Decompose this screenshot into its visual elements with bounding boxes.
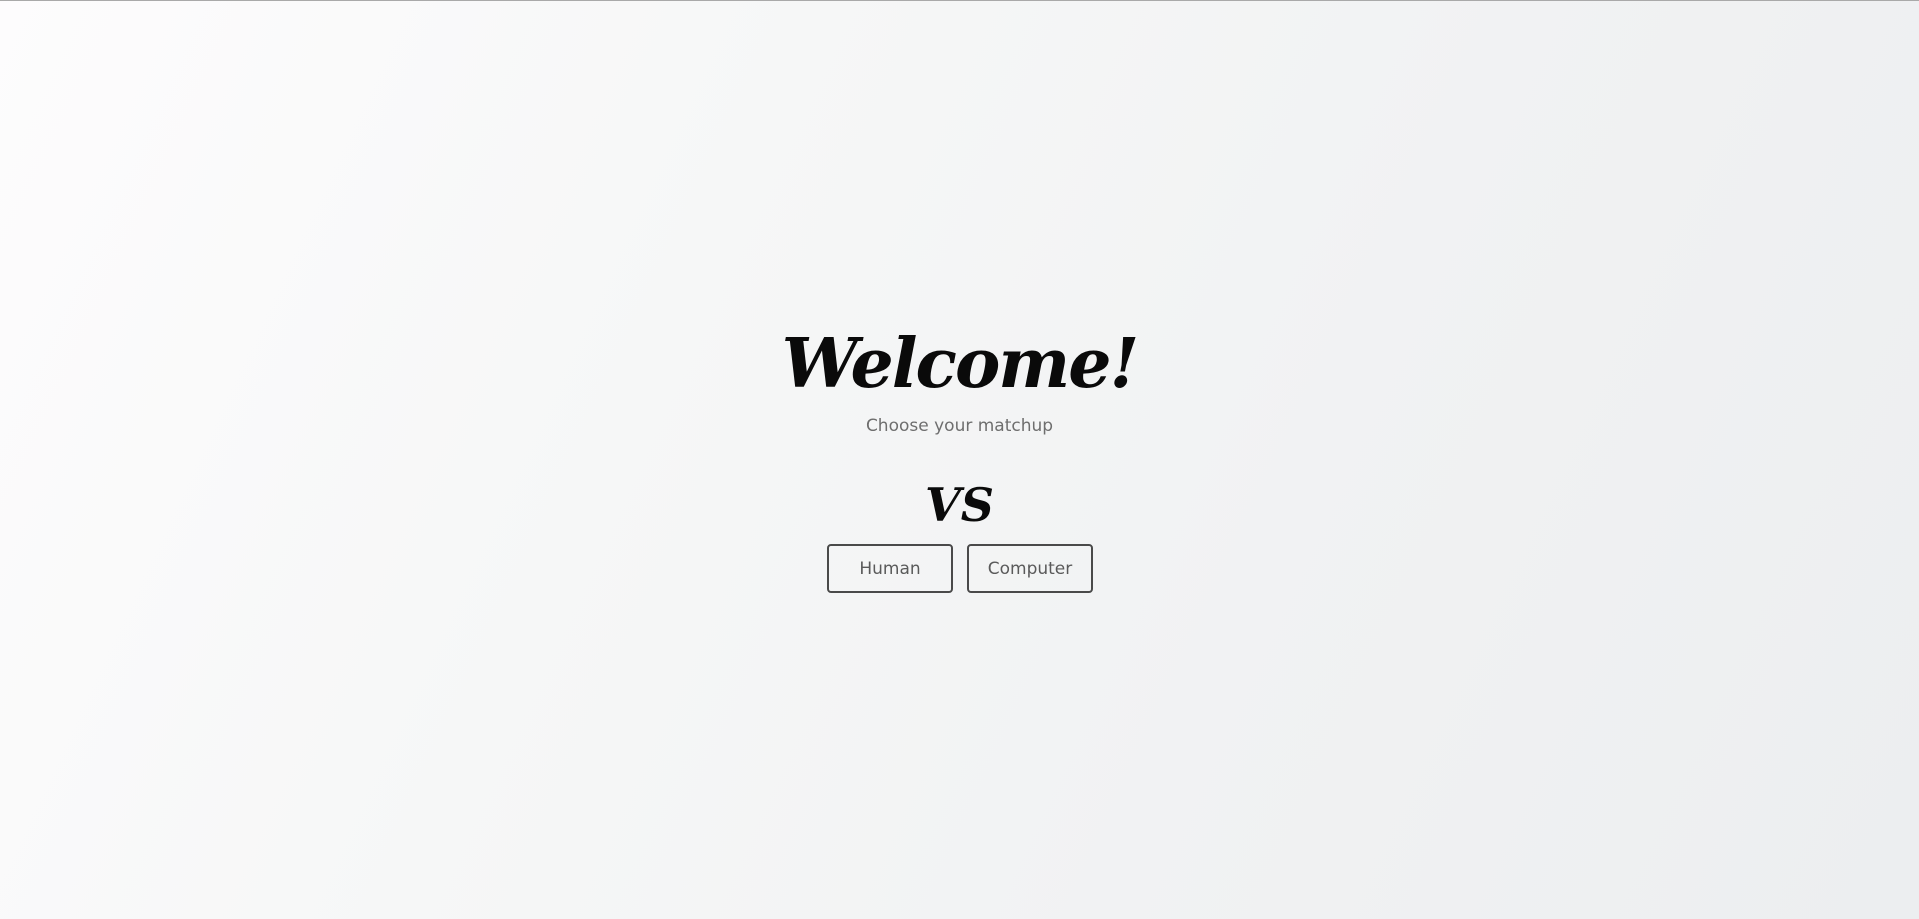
welcome-subtitle: Choose your matchup — [865, 416, 1054, 436]
human-button[interactable]: Human — [827, 544, 953, 593]
vs-label: VS — [925, 478, 994, 532]
welcome-title: Welcome! — [781, 324, 1140, 404]
computer-button[interactable]: Computer — [967, 544, 1093, 593]
